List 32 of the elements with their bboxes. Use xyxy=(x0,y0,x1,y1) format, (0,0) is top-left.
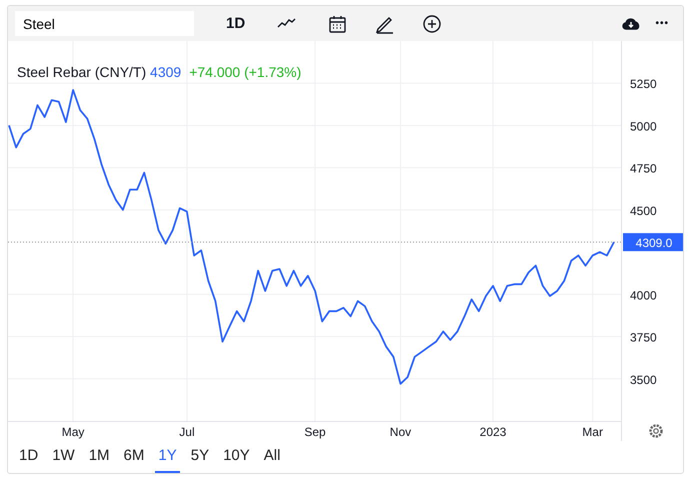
y-axis-label: 4500 xyxy=(630,204,657,218)
plus-circle-icon[interactable] xyxy=(422,14,442,34)
y-axis-label: 4000 xyxy=(630,288,657,302)
price-change: +74.000 (+1.73%) xyxy=(189,64,302,80)
instrument-name: Steel Rebar (CNY/T) xyxy=(17,64,146,80)
price-value: 4309 xyxy=(150,64,182,80)
range-tab[interactable]: 1W xyxy=(49,441,78,473)
settings-icon[interactable] xyxy=(649,424,663,438)
search-field[interactable]: Steel xyxy=(15,11,194,36)
y-axis-label: 5000 xyxy=(630,119,657,134)
ref-line-label: 4309.0 xyxy=(636,236,673,250)
range-tab[interactable]: 10Y xyxy=(220,441,253,473)
range-tab[interactable]: 1D xyxy=(16,441,42,473)
x-axis-label: Jul xyxy=(179,425,195,439)
x-axis-label: Mar xyxy=(582,425,603,439)
range-tab[interactable]: 6M xyxy=(120,441,148,473)
price-badge: 4309.0 xyxy=(623,233,683,252)
range-tab[interactable]: 1Y xyxy=(155,441,180,473)
calendar-icon[interactable] xyxy=(327,14,348,34)
x-axis-label: Nov xyxy=(390,425,412,439)
range-tab[interactable]: 5Y xyxy=(188,441,212,473)
y-axis-label: 3500 xyxy=(630,372,657,387)
y-axis-label: 3750 xyxy=(630,330,657,345)
x-axis-label: 2023 xyxy=(480,425,506,439)
range-tab[interactable]: All xyxy=(260,441,284,473)
x-axis-label: May xyxy=(62,425,84,439)
range-tab[interactable]: 1M xyxy=(86,441,113,473)
y-axis-label: 4750 xyxy=(630,162,657,176)
interval-button[interactable]: 1D xyxy=(226,16,246,31)
x-axis-label: Sep xyxy=(304,425,326,439)
y-axis-label: 5250 xyxy=(630,77,657,92)
more-button[interactable]: ••• xyxy=(655,18,669,28)
